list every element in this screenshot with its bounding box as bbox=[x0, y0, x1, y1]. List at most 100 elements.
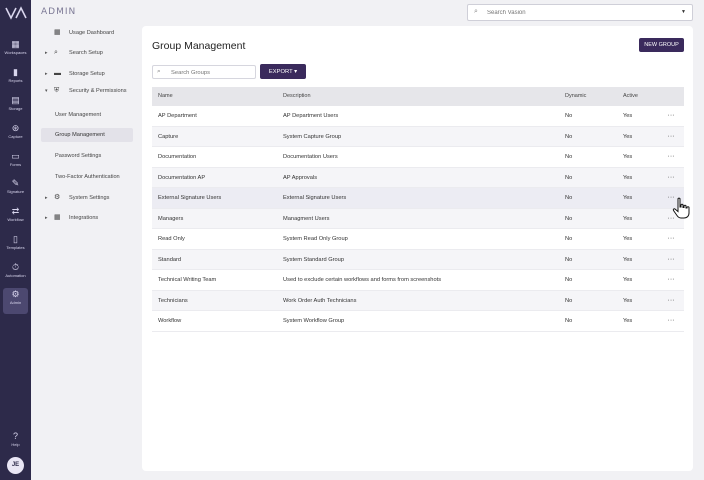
rail-label: Forms bbox=[9, 162, 22, 167]
rail-item-automation[interactable]: ⏱ Automation bbox=[0, 261, 31, 287]
group-search[interactable]: ⌕ bbox=[152, 65, 256, 79]
group-active: Yes bbox=[623, 236, 633, 242]
rail-label: Help bbox=[11, 442, 20, 447]
hand-cursor-icon bbox=[672, 197, 690, 219]
table-row[interactable]: Technical Writing Team Used to exclude c… bbox=[152, 270, 684, 291]
integrations-icon: ▦ bbox=[54, 214, 61, 221]
table-row[interactable]: Standard System Standard Group No Yes ··… bbox=[152, 249, 684, 270]
help-icon: ? bbox=[12, 431, 18, 441]
rail-item-reports[interactable]: ▮ Reports bbox=[0, 66, 31, 92]
group-description: Documentation Users bbox=[283, 154, 338, 160]
table-row[interactable]: External Signature Users External Signat… bbox=[152, 188, 684, 209]
rail-item-storage[interactable]: ▤ Storage bbox=[0, 94, 31, 120]
global-search-input[interactable] bbox=[487, 7, 677, 18]
more-options-icon[interactable]: ··· bbox=[664, 250, 678, 270]
search-icon: ⌕ bbox=[157, 68, 161, 75]
column-header-name[interactable]: Name bbox=[158, 87, 278, 106]
vasion-logo-icon[interactable] bbox=[5, 6, 27, 20]
group-name: Technical Writing Team bbox=[158, 277, 217, 283]
group-description: System Standard Group bbox=[283, 256, 345, 263]
more-options-icon[interactable]: ··· bbox=[664, 168, 678, 188]
folder-icon: ▬ bbox=[54, 70, 61, 77]
column-header-description[interactable]: Description bbox=[283, 87, 558, 106]
rail-label: Capture bbox=[8, 134, 23, 139]
group-active: Yes bbox=[623, 195, 633, 201]
rail-item-templates[interactable]: ▯ Templates bbox=[0, 233, 31, 259]
table-row[interactable]: Technicians Work Order Auth Technicians … bbox=[152, 290, 684, 311]
more-options-icon[interactable]: ··· bbox=[664, 106, 678, 126]
more-options-icon[interactable]: ··· bbox=[664, 127, 678, 147]
column-header-active[interactable]: Active bbox=[623, 87, 653, 106]
nav-item-label: Integrations bbox=[69, 215, 99, 221]
table-row[interactable]: Read Only System Read Only Group No Yes … bbox=[152, 229, 684, 250]
table-row[interactable]: AP Department AP Department Users No Yes… bbox=[152, 106, 684, 127]
chevron-down-icon[interactable]: ▼ bbox=[681, 9, 686, 15]
nav-sub-user-management[interactable]: User Management bbox=[41, 108, 133, 122]
rail-item-help[interactable]: ? Help bbox=[0, 430, 31, 456]
export-button[interactable]: EXPORT ▾ bbox=[260, 64, 306, 79]
table-row[interactable]: Capture System Capture Group No Yes ··· bbox=[152, 126, 684, 147]
group-dynamic: No bbox=[565, 318, 573, 324]
group-description: AP Department Users bbox=[283, 113, 339, 119]
rail-label: Workspaces bbox=[4, 50, 27, 55]
nav-sub-password-settings[interactable]: Password Settings bbox=[41, 149, 133, 163]
group-description: AP Approvals bbox=[283, 174, 318, 181]
more-options-icon[interactable]: ··· bbox=[664, 291, 678, 311]
rail-item-workspaces[interactable]: ▦ Workspaces bbox=[0, 38, 31, 64]
storage-icon: ▤ bbox=[11, 95, 20, 105]
more-options-icon[interactable]: ··· bbox=[664, 229, 678, 249]
group-dynamic: No bbox=[565, 256, 573, 263]
group-name: Managers bbox=[158, 215, 184, 222]
group-name: External Signature Users bbox=[158, 195, 222, 201]
capture-icon: ⊛ bbox=[11, 123, 20, 133]
nav-sub-two-factor-authentication[interactable]: Two-Factor Authentication bbox=[41, 170, 133, 184]
group-active: Yes bbox=[623, 174, 633, 181]
global-search[interactable]: ⌕ ▼ bbox=[467, 4, 693, 21]
group-dynamic: No bbox=[565, 174, 573, 181]
group-active: Yes bbox=[623, 154, 633, 160]
nav-sub-group-management[interactable]: Group Management bbox=[41, 128, 133, 142]
table-row[interactable]: Documentation Documentation Users No Yes… bbox=[152, 147, 684, 168]
rail-item-signature[interactable]: ✎ Signature bbox=[0, 177, 31, 203]
workspaces-icon: ▦ bbox=[11, 39, 20, 49]
avatar[interactable]: JE bbox=[7, 457, 24, 474]
new-group-button[interactable]: NEW GROUP bbox=[639, 38, 684, 52]
page-title: Group Management bbox=[152, 40, 246, 52]
group-active: Yes bbox=[623, 133, 633, 140]
group-dynamic: No bbox=[565, 133, 573, 140]
group-management-card: Group Management NEW GROUP ⌕ EXPORT ▾ Na… bbox=[142, 26, 693, 471]
group-dynamic: No bbox=[565, 154, 573, 160]
group-description: System Read Only Group bbox=[283, 236, 348, 242]
table-header: Name Description Dynamic Active bbox=[152, 87, 684, 106]
group-description: Work Order Auth Technicians bbox=[283, 297, 357, 304]
nav-item-label: Usage Dashboard bbox=[69, 30, 115, 36]
templates-icon: ▯ bbox=[13, 234, 18, 244]
rail-label: Templates bbox=[6, 245, 25, 250]
group-search-input[interactable] bbox=[171, 68, 251, 77]
group-description: Used to exclude certain workflows and fo… bbox=[283, 277, 442, 283]
group-name: AP Department bbox=[158, 113, 197, 119]
rail-label: Automation bbox=[5, 273, 26, 278]
admin-nav: ADMIN ▦ Usage Dashboard ▸ ⌕ Search Setup… bbox=[31, 0, 138, 480]
gear-icon: ⚙ bbox=[54, 194, 61, 201]
group-active: Yes bbox=[623, 277, 633, 283]
rail-item-forms[interactable]: ▭ Forms bbox=[0, 150, 31, 176]
table-row[interactable]: Workflow System Workflow Group No Yes ··… bbox=[152, 311, 684, 332]
more-options-icon[interactable]: ··· bbox=[664, 147, 678, 167]
more-options-icon[interactable]: ··· bbox=[664, 270, 678, 290]
chevron-down-icon: ▾ bbox=[45, 88, 48, 94]
table-row[interactable]: Documentation AP AP Approvals No Yes ··· bbox=[152, 167, 684, 188]
table-row[interactable]: Managers Managment Users No Yes ··· bbox=[152, 208, 684, 229]
rail-label: Reports bbox=[8, 78, 23, 83]
group-name: Read Only bbox=[158, 236, 185, 242]
column-header-dynamic[interactable]: Dynamic bbox=[565, 87, 605, 106]
left-rail: ▦ Workspaces ▮ Reports ▤ Storage ⊛ Captu… bbox=[0, 0, 31, 480]
more-options-icon[interactable]: ··· bbox=[664, 311, 678, 331]
rail-item-admin[interactable]: ⚙ Admin bbox=[3, 288, 28, 314]
shield-icon: ⛨ bbox=[54, 87, 60, 94]
group-dynamic: No bbox=[565, 297, 573, 304]
rail-item-capture[interactable]: ⊛ Capture bbox=[0, 122, 31, 148]
search-icon: ⌕ bbox=[54, 49, 58, 56]
group-name: Standard bbox=[158, 256, 182, 263]
rail-item-workflow[interactable]: ⇄ Workflow bbox=[0, 205, 31, 231]
